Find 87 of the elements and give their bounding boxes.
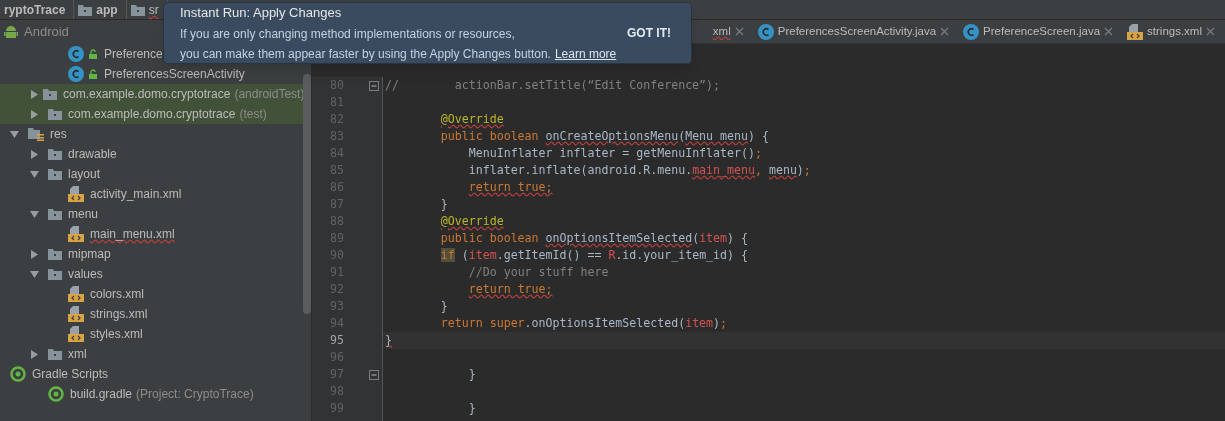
xml-file-icon [68,186,84,202]
editor-tab[interactable]: strings.xml [1117,20,1219,43]
tree-item[interactable]: mipmap [0,244,303,264]
tree-item[interactable]: res [0,124,303,144]
got-it-button[interactable]: GOT IT! [623,24,675,42]
code-line: // actionBar.setTitle(“Edit Conference”); [384,77,722,94]
code-line: @Override [439,111,505,128]
editor-tab[interactable]: PreferenceScreen.java [953,20,1118,43]
folder-icon [48,348,62,360]
expanded-arrow-icon[interactable] [30,269,39,279]
folder-icon [48,108,62,120]
class-icon [963,23,980,40]
folder-icon [48,148,62,160]
folder-icon [48,248,62,260]
fold-icon[interactable] [369,80,379,91]
close-icon[interactable] [940,27,950,36]
tree-item[interactable]: colors.xml [0,284,303,304]
tree-item[interactable]: PreferencesScreenActivity [0,64,303,84]
lock-icon [88,69,98,79]
code-line: @Override [439,213,505,230]
code-line: public boolean onOptionsItemSelected(item) { [439,230,749,247]
tree-item[interactable]: menu [0,204,303,224]
expanded-arrow-icon[interactable] [30,169,39,179]
code-line: inflater.inflate(android.R.menu.main_menu, menu); [467,162,812,179]
code-line: //Do your stuff here [467,264,610,281]
close-icon[interactable] [1206,27,1215,36]
collapsed-arrow-icon[interactable] [30,249,39,259]
close-icon[interactable] [1104,27,1114,36]
collapsed-arrow-icon[interactable] [30,89,39,99]
notification-text: If you are only changing method implementations or resources, [180,25,515,43]
tree-item[interactable]: strings.xml [0,304,303,324]
tree-item[interactable]: xml [0,344,303,364]
code-line: } [439,196,449,213]
folder-icon [43,88,57,100]
class-icon [68,66,84,82]
folder-icon [78,3,93,16]
folder-icon [130,3,145,16]
resource-folder-icon [28,127,44,141]
lock-icon [88,49,98,59]
class-icon [757,23,774,40]
fold-icon[interactable] [369,369,379,380]
breadcrumb-item[interactable]: ryptoTrace [0,0,75,19]
line-number: 95 [329,331,344,349]
folder-icon [48,268,62,280]
collapsed-arrow-icon[interactable] [30,149,39,159]
xml-file-icon [68,326,84,342]
tree-item[interactable]: layout [0,164,303,184]
folder-icon [48,168,62,180]
xml-file-icon [68,286,84,302]
learn-more-link[interactable]: Learn more [554,44,617,63]
gradle-icon [10,366,26,382]
code-line: return true; [467,179,554,196]
close-icon[interactable] [734,27,744,36]
code-line: if (item.getItemId() == R.id.your_item_id) { [439,247,749,264]
code-line: } [467,366,477,383]
code-line: } [467,400,477,417]
expanded-arrow-icon[interactable] [10,129,19,139]
code-line: MenuInflater inflater = getMenuInflater(); [467,145,763,162]
tree-item[interactable]: styles.xml [0,324,303,344]
xml-file-icon [68,306,84,322]
tree-item[interactable]: main_menu.xml [0,224,303,244]
tree-item[interactable]: Gradle Scripts [0,364,303,384]
breadcrumb-item[interactable]: app [74,0,127,19]
code-line: return true; [467,281,554,298]
xml-file-icon [1127,23,1144,40]
collapsed-arrow-icon[interactable] [30,349,39,359]
gradle-icon [48,386,64,402]
tree-item[interactable]: com.example.domo.cryptotrace (test) [0,104,303,124]
tree-item[interactable]: com.example.domo.cryptotrace (androidTest) [0,84,303,104]
code-line: return super.onOptionsItemSelected(item); [439,315,729,332]
editor-tab[interactable]: xml [702,20,748,43]
scrollbar-thumb[interactable] [303,74,311,314]
expanded-arrow-icon[interactable] [30,209,39,219]
tree-item[interactable]: drawable [0,144,303,164]
notification-title: Instant Run: Apply Changes [180,4,343,23]
folder-icon [48,208,62,220]
tree-item[interactable]: values [0,264,303,284]
notification-text: you can make them appear faster by using the Apply Changes button. [180,45,551,63]
tree-item[interactable]: build.gradle (Project: CryptoTrace) [0,384,303,404]
android-icon [4,25,18,39]
code-line: public boolean onCreateOptionsMenu(Menu menu) { [439,128,770,145]
collapsed-arrow-icon[interactable] [30,109,39,119]
tree-item[interactable]: activity_main.xml [0,184,303,204]
xml-file-icon [68,226,84,242]
class-icon [68,46,84,62]
code-line: } [439,298,449,315]
editor-tab[interactable]: PreferencesScreenActivity.java [747,20,954,43]
